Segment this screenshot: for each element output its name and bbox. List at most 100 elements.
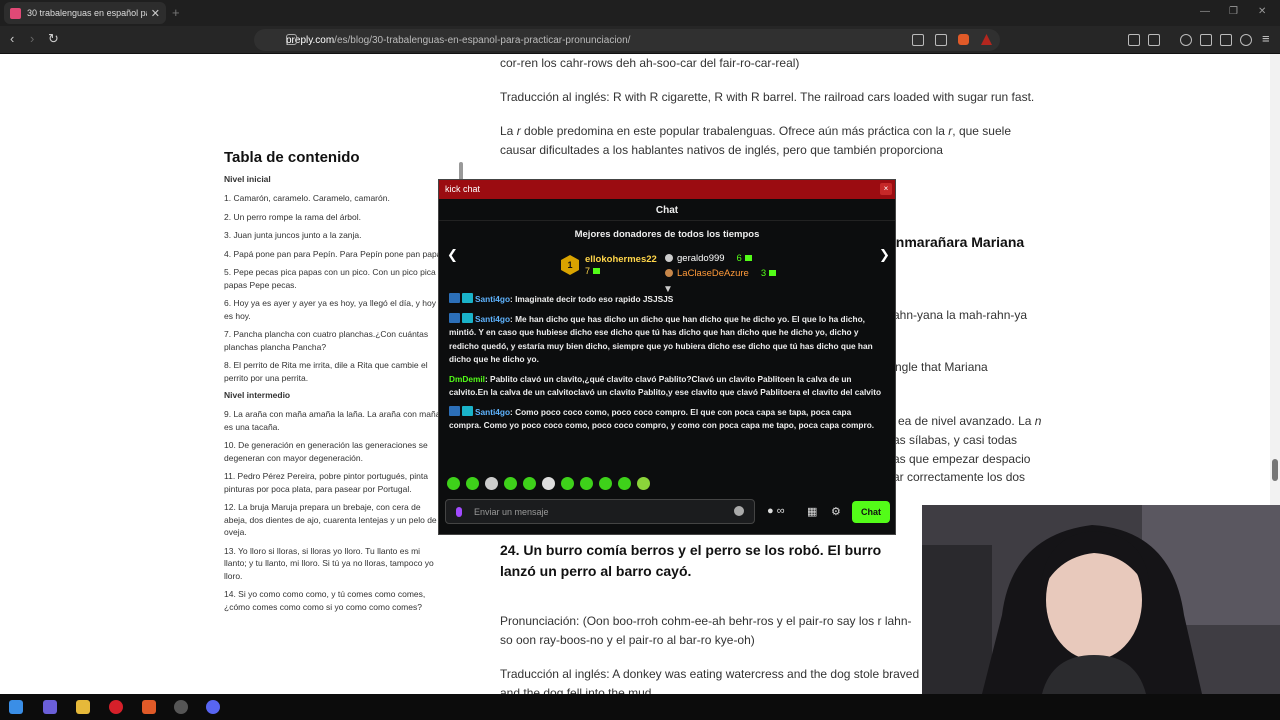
donors-2-3: geraldo999 6 LaClaseDeAzure 3 [665,251,777,281]
chat-messages: Santi4go: Imaginate decir todo eso rapid… [439,293,895,475]
text-fragment: as que empezar despacio [893,452,1031,466]
microphone-icon[interactable] [456,506,462,517]
forward-icon[interactable]: › [30,32,34,46]
chat-window-titlebar[interactable]: kick chat [439,180,895,199]
file-explorer-icon[interactable] [76,700,90,714]
minimize-icon[interactable]: — [1200,6,1210,17]
chat-header: Chat [439,199,895,221]
emote-icon[interactable] [599,477,612,490]
start-icon[interactable] [9,700,23,714]
toc-item[interactable]: 4. Papá pone pan para Pepín. Para Pepín … [224,248,444,261]
app-icon[interactable] [43,700,57,714]
restore-icon[interactable]: ❐ [1229,6,1238,17]
letter-n: n [1034,414,1042,428]
emote-icon[interactable] [580,477,593,490]
chat-message: Santi4go: Me han dicho que has dicho un … [449,312,885,367]
chat-username[interactable]: Santi4go [475,314,510,324]
chat-message-input[interactable]: Enviar un mensaje [445,499,755,524]
donors-next-icon[interactable]: ❯ [879,247,890,263]
brave-icon[interactable] [142,700,156,714]
emote-icon[interactable] [637,477,650,490]
gift-icon [744,255,752,261]
donor-1-name: ellokohermes22 [585,254,657,265]
share-icon[interactable] [935,34,947,46]
rank-1-badge: 1 [561,255,579,275]
chat-message: Santi4go: Como poco coco como, poco coco… [449,405,885,433]
gift-icon [593,268,601,274]
emote-icon[interactable] [618,477,631,490]
emote-icon[interactable] [466,477,479,490]
brave-shield-icon[interactable] [958,34,969,45]
store-icon[interactable]: ▦ [807,505,817,518]
browser-toolbar: ‹ › ↻ ⚐ preply.com/es/blog/30-trabalengu… [0,26,1280,54]
streamer-webcam-image [922,505,1280,694]
text-fragment: ar correctamente los dos [893,470,1026,484]
toc-item[interactable]: 14. Si yo como como como, y tú comes com… [224,588,444,613]
toc-item[interactable]: 7. Pancha plancha con cuatro planchas.¿C… [224,328,444,353]
music-icon[interactable] [1180,34,1192,46]
toc-item[interactable]: 11. Pedro Pérez Pereira, pobre pintor po… [224,470,444,495]
bronze-medal-icon [665,269,673,277]
reload-icon[interactable]: ↻ [48,32,59,46]
menu-icon[interactable]: ≡ [1262,32,1270,46]
toc-item[interactable]: 12. La bruja Maruja prepara un brebaje, … [224,501,444,539]
new-tab-icon[interactable]: + [172,5,180,20]
donor-1[interactable]: ellokohermes22 7 [585,254,657,276]
page-scroll-thumb[interactable] [1272,459,1278,481]
send-chat-button[interactable]: Chat [852,501,890,523]
kick-chat-window: kick chat × Chat Mejores donadores de to… [438,179,896,535]
chat-username[interactable]: Santi4go [475,294,510,304]
toc-item[interactable]: 8. El perrito de Rita me irrita, dile a … [224,359,444,384]
toc-item[interactable]: 9. La araña con maña amaña la laña. La a… [224,408,444,433]
emote-icon[interactable] [485,477,498,490]
donor-3[interactable]: LaClaseDeAzure 3 [665,266,777,281]
donor-2[interactable]: geraldo999 6 [665,251,776,266]
emote-icon[interactable] [504,477,517,490]
discord-icon[interactable] [206,700,220,714]
text-fragment: as sílabas, y casi todas [893,433,1018,447]
preply-favicon-icon [10,7,21,19]
vpn-icon[interactable] [1240,34,1252,46]
toc-item[interactable]: 3. Juan junta juncos junto a la zanja. [224,229,444,242]
window-close-icon[interactable]: ✕ [1258,6,1266,17]
browser-tab-strip: 30 trabalenguas en español para... ✕ + —… [0,0,1280,26]
subscriber-badge-icon [449,312,460,323]
address-bar[interactable]: preply.com/es/blog/30-trabalenguas-en-es… [254,29,1000,51]
text-fragment: ngle that Mariana [895,360,988,374]
gift-subs-icon[interactable]: ● ∞ [767,505,785,517]
site-settings-icon[interactable] [286,34,297,45]
settings-gear-icon[interactable]: ⚙ [831,505,841,518]
toc-item[interactable]: 5. Pepe pecas pica papas con un pico. Co… [224,266,444,291]
emote-icon[interactable] [447,477,460,490]
top-donors-panel: Mejores donadores de todos los tiempos ❮… [439,221,895,281]
obs-icon[interactable] [174,700,188,714]
chat-close-button[interactable]: × [880,183,892,195]
pronunciation-fragment: cor-ren los cahr-rows deh ah-soo-car del… [500,56,800,70]
heading-fragment: enmarañara Mariana [888,234,1025,250]
emoji-picker-icon[interactable] [734,506,744,516]
downloads-icon[interactable] [1220,34,1232,46]
toc-item[interactable]: 6. Hoy ya es ayer y ayer ya es hoy, ya l… [224,297,444,322]
sidebar-icon[interactable] [1148,34,1160,46]
toc-item[interactable]: 2. Un perro rompe la rama del árbol. [224,211,444,224]
chat-message: Santi4go: Imaginate decir todo eso rapid… [449,293,885,307]
gifter-badge-icon [462,405,473,416]
back-icon[interactable]: ‹ [10,32,14,46]
webcam-overlay [922,505,1280,694]
tab-close-icon[interactable]: ✕ [151,7,160,20]
donors-prev-icon[interactable]: ❮ [447,247,458,263]
opera-icon[interactable] [109,700,123,714]
table-of-contents: Tabla de contenido Nivel inicial 1. Cama… [224,149,444,619]
chat-username[interactable]: DmDemil [449,374,485,384]
wallet-icon[interactable] [1200,34,1212,46]
browser-tab[interactable]: 30 trabalenguas en español para... ✕ [4,2,166,24]
emote-icon[interactable] [561,477,574,490]
chat-username[interactable]: Santi4go [475,407,510,417]
emote-icon[interactable] [523,477,536,490]
extensions-icon[interactable] [1128,34,1140,46]
toc-item[interactable]: 13. Yo lloro si lloras, si lloras yo llo… [224,545,444,583]
emote-icon[interactable] [542,477,555,490]
toc-item[interactable]: 10. De generación en generación las gene… [224,439,444,464]
reader-icon[interactable] [912,34,924,46]
toc-item[interactable]: 1. Camarón, caramelo. Caramelo, camarón. [224,192,444,205]
